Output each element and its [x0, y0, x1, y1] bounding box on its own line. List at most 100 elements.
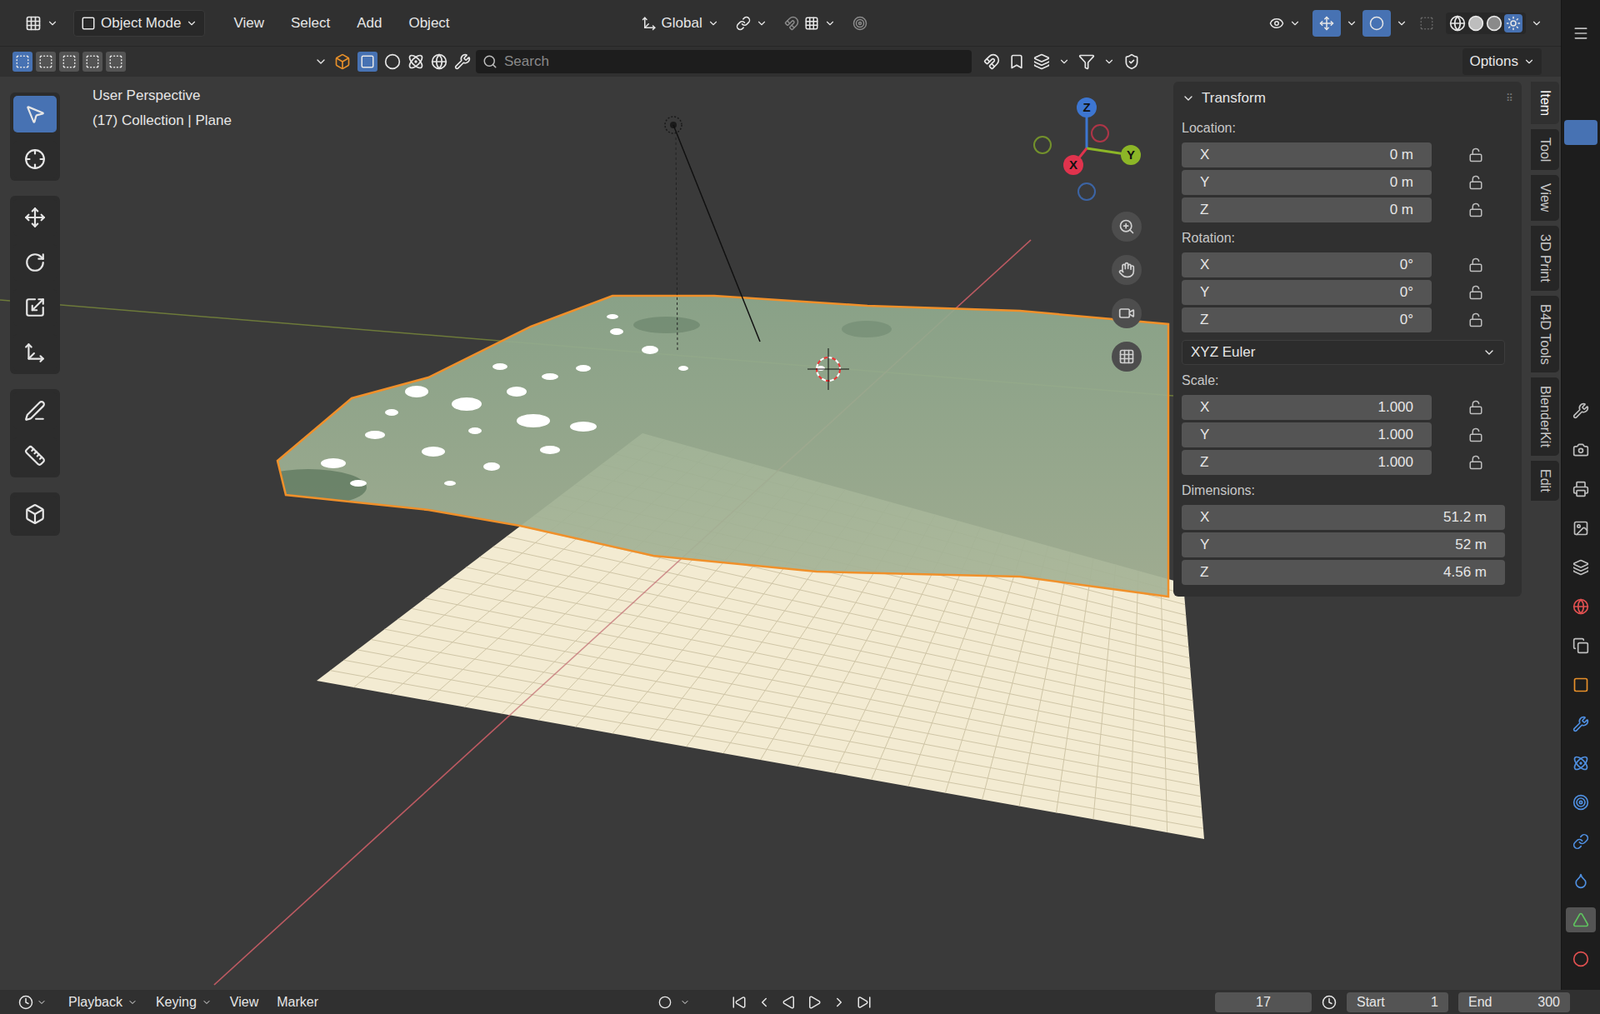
solid-shading-icon[interactable] — [1467, 15, 1485, 32]
tool-filter-icon[interactable] — [454, 53, 471, 70]
shading-filter-icon[interactable] — [384, 53, 401, 70]
sidebar-tab[interactable]: Item — [1530, 81, 1560, 125]
layout-icon[interactable] — [1033, 53, 1050, 70]
play-icon[interactable] — [806, 995, 822, 1010]
nav-button[interactable] — [1111, 255, 1142, 285]
bookmark-icon[interactable] — [1008, 53, 1025, 70]
number-field[interactable]: Z4.56 m — [1181, 560, 1505, 585]
preview-range-icon[interactable] — [1321, 995, 1337, 1010]
jump-end-icon[interactable] — [856, 995, 872, 1010]
editor-type-button[interactable] — [18, 10, 65, 37]
properties-tab[interactable] — [1565, 672, 1596, 698]
number-field[interactable]: Y0° — [1181, 280, 1432, 305]
wireframe-shading-icon[interactable] — [1449, 15, 1466, 32]
end-frame-field[interactable]: End300 — [1458, 992, 1570, 1013]
viewport[interactable]: User Perspective(17) Collection | PlaneZ… — [0, 76, 1561, 990]
selection-mode-button[interactable] — [105, 51, 126, 72]
properties-tab[interactable] — [1565, 829, 1596, 855]
number-field[interactable]: Y0 m — [1181, 170, 1432, 195]
selection-mode-button[interactable] — [82, 51, 103, 72]
nav-button[interactable] — [1111, 341, 1142, 372]
lock-toggle[interactable] — [1468, 175, 1484, 190]
filter-button[interactable] — [357, 51, 378, 72]
lock-toggle[interactable] — [1468, 202, 1484, 218]
play-reverse-icon[interactable] — [781, 995, 797, 1010]
lock-toggle[interactable] — [1468, 285, 1484, 300]
gizmo-axis[interactable]: Y — [1086, 145, 1141, 165]
timeline-menu[interactable]: Playback — [68, 992, 138, 1013]
sidebar-tab[interactable]: B4D Tools — [1530, 295, 1560, 374]
tool-button[interactable] — [13, 437, 57, 475]
proportional-toggle[interactable] — [845, 10, 875, 37]
world-filter-icon[interactable] — [430, 53, 448, 70]
timeline-menu[interactable]: Marker — [276, 992, 319, 1013]
timeline-menu[interactable]: Keying — [155, 992, 212, 1013]
current-frame-field[interactable]: 17 — [1215, 992, 1312, 1013]
xray-toggle[interactable] — [1412, 10, 1441, 37]
mode-dropdown[interactable]: Object Mode — [73, 10, 205, 37]
properties-tab[interactable] — [1565, 907, 1596, 933]
object-type-icon[interactable] — [334, 53, 351, 70]
overlay-toggle[interactable] — [1362, 10, 1391, 37]
tool-button[interactable] — [13, 199, 57, 236]
pivot-dropdown[interactable] — [729, 10, 775, 37]
start-frame-field[interactable]: Start1 — [1346, 992, 1449, 1013]
number-field[interactable]: Y52 m — [1181, 532, 1505, 558]
properties-tab[interactable] — [1565, 946, 1596, 972]
properties-tab[interactable] — [1565, 633, 1596, 659]
timeline-menu[interactable]: View — [230, 992, 259, 1013]
tool-button[interactable] — [13, 289, 57, 326]
tool-button[interactable] — [13, 95, 57, 133]
rotation-mode-dropdown[interactable]: XYZ Euler — [1181, 340, 1505, 365]
properties-tab[interactable] — [1565, 515, 1596, 541]
properties-tab[interactable] — [1565, 711, 1596, 737]
lock-toggle[interactable] — [1468, 427, 1484, 443]
number-field[interactable]: Z0° — [1181, 307, 1432, 333]
tool-button[interactable] — [13, 392, 57, 430]
gizmo-toggle[interactable] — [1312, 10, 1341, 37]
editor-type-button[interactable] — [18, 995, 47, 1010]
selection-mode-button[interactable] — [35, 51, 56, 72]
sidebar-tab[interactable]: Tool — [1530, 129, 1560, 170]
lock-toggle[interactable] — [1468, 257, 1484, 273]
lock-toggle[interactable] — [1468, 400, 1484, 415]
navigation-gizmo[interactable]: ZYX — [1033, 93, 1142, 202]
lock-toggle[interactable] — [1468, 455, 1484, 470]
number-field[interactable]: Z1.000 — [1181, 450, 1432, 475]
selection-mode-button[interactable] — [59, 51, 80, 72]
tool-button[interactable] — [13, 495, 57, 533]
sidebar-tab[interactable]: Edit — [1530, 460, 1560, 501]
header-menu[interactable]: Select — [284, 10, 337, 37]
properties-menu-icon[interactable] — [1572, 25, 1590, 42]
gizmo-axis[interactable]: X — [1063, 148, 1087, 175]
gizmo-axis[interactable]: Z — [1076, 97, 1097, 149]
options-dropdown[interactable]: Options — [1462, 48, 1542, 75]
properties-tab[interactable] — [1565, 398, 1596, 424]
properties-tab[interactable] — [1565, 555, 1596, 580]
nav-button[interactable] — [1111, 298, 1142, 329]
number-field[interactable]: X0° — [1181, 252, 1432, 278]
properties-tab[interactable] — [1565, 868, 1596, 894]
properties-tab[interactable] — [1565, 594, 1596, 620]
record-icon[interactable] — [658, 995, 672, 1010]
particle-filter-icon[interactable] — [407, 53, 425, 70]
panel-header[interactable]: Transform⠿ — [1173, 81, 1522, 115]
curve-icon[interactable] — [983, 53, 1000, 70]
number-field[interactable]: X51.2 m — [1181, 505, 1505, 530]
lock-toggle[interactable] — [1468, 312, 1484, 328]
sidebar-tab[interactable]: 3D Print — [1530, 225, 1560, 291]
header-menu[interactable]: Object — [401, 10, 456, 37]
tool-button[interactable] — [13, 334, 57, 371]
properties-tab[interactable] — [1565, 750, 1596, 776]
properties-tab[interactable] — [1565, 790, 1596, 815]
header-menu[interactable]: Add — [350, 10, 389, 37]
selection-mode-button[interactable] — [12, 51, 33, 72]
tool-button[interactable] — [13, 140, 57, 178]
prev-keyframe-icon[interactable] — [756, 995, 772, 1010]
search-field[interactable]: Search — [475, 50, 972, 74]
chevron-down-icon[interactable] — [314, 55, 328, 69]
number-field[interactable]: Z0 m — [1181, 197, 1432, 223]
lock-toggle[interactable] — [1468, 147, 1484, 163]
material-shading-icon[interactable] — [1485, 15, 1503, 32]
properties-tab[interactable] — [1565, 437, 1596, 463]
